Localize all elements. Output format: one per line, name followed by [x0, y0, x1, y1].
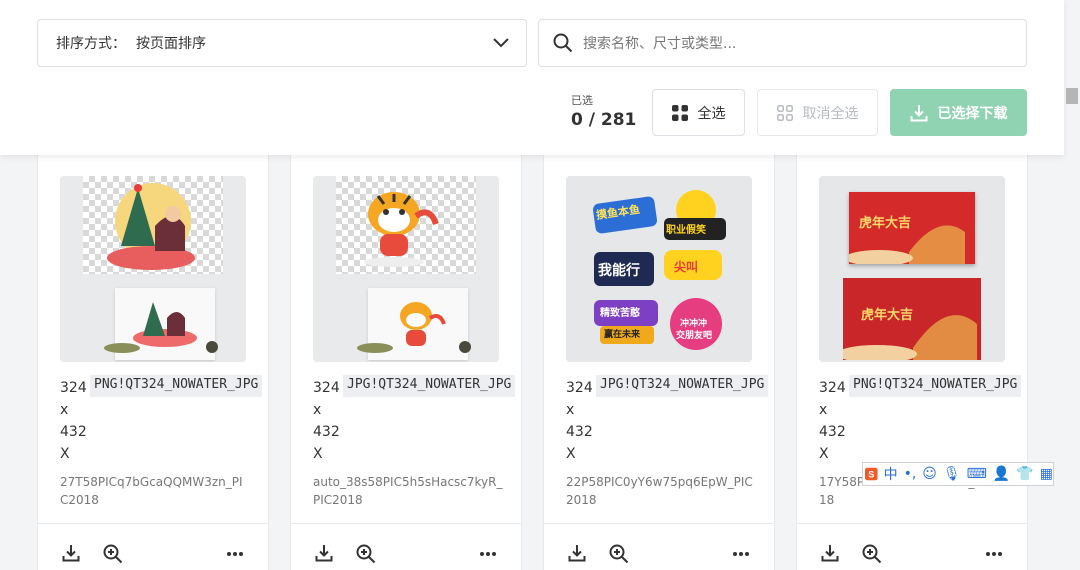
sticker-text: 精致苦憨: [600, 308, 640, 319]
ime-toolbar[interactable]: S 中 •, ☺ 🎙 ⌨ 👤 👕 ▦: [862, 462, 1054, 486]
image-card[interactable]: 324 x 432 X JPG!QT324_NOWATER_JPG auto_38s5…: [290, 120, 522, 570]
more-icon[interactable]: [732, 551, 750, 557]
card-actions: [797, 523, 1027, 570]
download-icon: [910, 104, 927, 121]
image-card[interactable]: 虎年大吉 虎年大吉 324 x 432 X PNG!QT324_NOWATER_JPG…: [796, 120, 1028, 570]
format-tag: PNG!QT324_NOWATER_JPG: [849, 375, 1022, 397]
selected-label: 已选: [571, 94, 593, 107]
sticker-text: 职业假笑: [666, 225, 706, 236]
download-selected-button[interactable]: 已选择下载: [890, 89, 1027, 136]
format-tag: PNG!QT324_NOWATER_JPG: [90, 375, 263, 397]
poster-title: 虎年大吉: [859, 216, 912, 231]
sticker-text: 交朋友吧: [676, 331, 713, 341]
deselect-all-button[interactable]: 取消全选: [757, 89, 878, 136]
file-name: auto_38s58PIC5h5sHacsc7kyR_PIC2018: [313, 475, 503, 507]
poster-mockup-bottom: 虎年大吉: [837, 278, 981, 362]
sogou-logo-icon: S: [865, 467, 878, 481]
sticker-text: 赢在未来: [604, 330, 641, 340]
file-name: 27T58PICq7bGcaQQMW3zn_PIC2018: [60, 475, 243, 507]
download-icon[interactable]: [821, 544, 839, 562]
poster-mockup-top: 虎年大吉: [845, 192, 975, 266]
deselect-all-label: 取消全选: [802, 105, 859, 122]
grid-icon: [671, 104, 688, 121]
image-thumbnail[interactable]: 摸鱼本鱼 职业假笑 我能行 尖叫 精致苦憨 赢在未来 冲冲冲 交朋友吧: [566, 176, 752, 362]
ime-mode-label[interactable]: 中: [884, 464, 898, 484]
sort-label: 排序方式：: [56, 36, 126, 52]
select-all-button[interactable]: 全选: [652, 89, 745, 136]
skin-icon[interactable]: 👕: [1016, 466, 1033, 482]
download-icon[interactable]: [62, 544, 80, 562]
zoom-in-icon[interactable]: [103, 544, 123, 564]
sticker-text: 我能行: [598, 263, 640, 279]
sort-dropdown[interactable]: 排序方式： 按页面排序: [37, 19, 527, 67]
transparent-preview: [83, 176, 223, 274]
poster-title: 虎年大吉: [861, 308, 914, 323]
chevron-down-icon: [493, 38, 509, 48]
transparent-preview: [336, 176, 476, 274]
image-thumbnail[interactable]: 虎年大吉 虎年大吉: [819, 176, 1005, 362]
selected-count: 0 / 281: [571, 110, 637, 130]
download-icon[interactable]: [568, 544, 586, 562]
svg-text:S: S: [868, 469, 874, 479]
format-tag: JPG!QT324_NOWATER_JPG: [596, 375, 769, 397]
microphone-icon[interactable]: 🎙: [943, 466, 961, 482]
card-actions: [544, 523, 774, 570]
zoom-in-icon[interactable]: [862, 544, 882, 564]
keyboard-icon[interactable]: ⌨: [967, 466, 987, 482]
search-input[interactable]: 搜索名称、尺寸或类型...: [538, 19, 1027, 67]
image-dimensions: 324 x 432 X: [819, 380, 846, 462]
sticker-text: 尖叫: [674, 260, 699, 274]
image-thumbnail[interactable]: [313, 176, 499, 362]
select-all-label: 全选: [697, 105, 726, 122]
more-icon[interactable]: [985, 551, 1003, 557]
more-icon[interactable]: [226, 551, 244, 557]
card-actions: [38, 523, 268, 570]
card-actions: [291, 523, 521, 570]
zoom-in-icon[interactable]: [356, 544, 376, 564]
image-dimensions: 324 x 432 X: [313, 380, 340, 462]
decor-leaves: [357, 341, 471, 353]
scrollbar-thumb[interactable]: [1066, 88, 1078, 104]
download-selected-label: 已选择下载: [937, 105, 1008, 122]
more-icon[interactable]: [479, 551, 497, 557]
sort-value: 按页面排序: [136, 36, 206, 52]
format-tag: JPG!QT324_NOWATER_JPG: [343, 375, 516, 397]
toolbox-icon[interactable]: ▦: [1040, 466, 1053, 482]
search-placeholder: 搜索名称、尺寸或类型...: [583, 36, 737, 52]
user-icon[interactable]: 👤: [993, 466, 1010, 482]
image-thumbnail[interactable]: [60, 176, 246, 362]
download-icon[interactable]: [315, 544, 333, 562]
zoom-in-icon[interactable]: [609, 544, 629, 564]
image-card[interactable]: 324 x 432 X PNG!QT324_NOWATER_JPG 27T58PICq…: [37, 120, 269, 570]
file-name: 22P58PIC0yY6w75pq6EpW_PIC2018: [566, 475, 753, 507]
image-dimensions: 324 x 432 X: [60, 380, 87, 462]
selection-counter: 已选 0 / 281: [571, 92, 636, 130]
image-card[interactable]: 摸鱼本鱼 职业假笑 我能行 尖叫 精致苦憨 赢在未来 冲冲冲 交朋友吧 324 x…: [543, 120, 775, 570]
toolbar: 排序方式： 按页面排序 搜索名称、尺寸或类型... 已选 0 / 281 全选 …: [0, 0, 1064, 155]
grid-outline-icon: [776, 104, 793, 121]
image-dimensions: 324 x 432 X: [566, 380, 593, 462]
emoji-icon[interactable]: ☺: [922, 466, 937, 482]
decor-leaves: [104, 341, 218, 353]
punctuation-icon[interactable]: •,: [904, 466, 917, 482]
search-icon: [553, 33, 573, 53]
